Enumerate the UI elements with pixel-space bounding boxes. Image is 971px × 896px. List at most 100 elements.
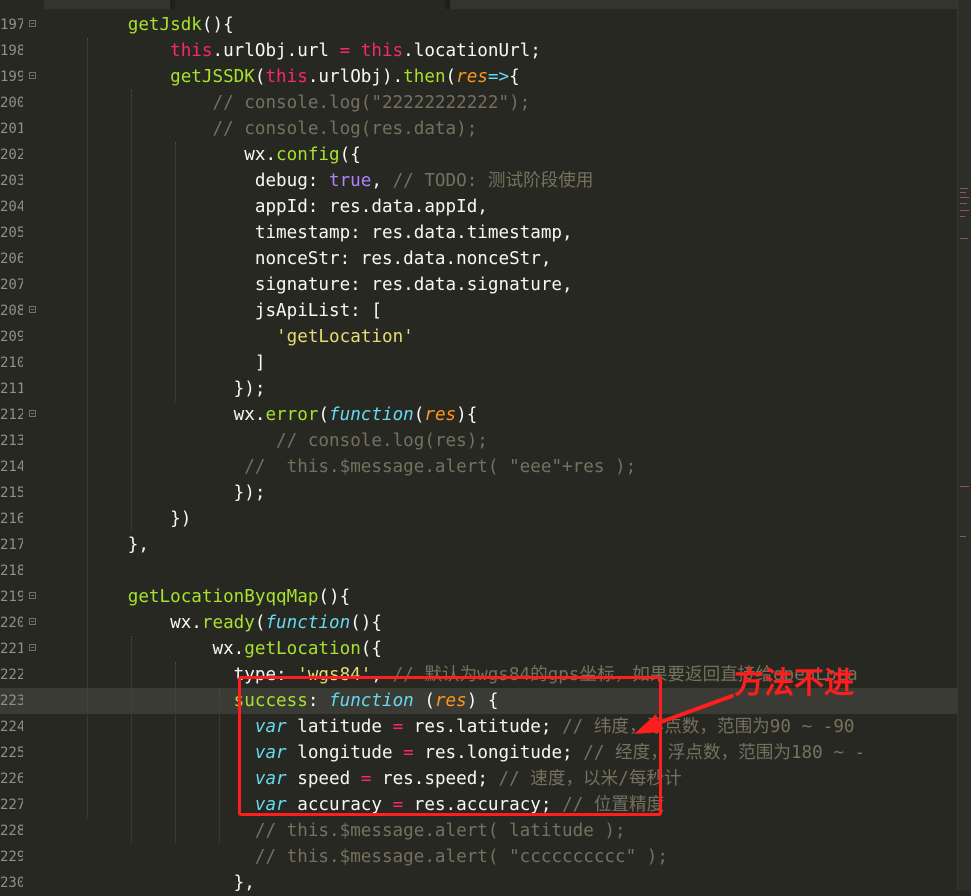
- code-token: ]: [43, 353, 266, 373]
- code-token: getLocation: [244, 639, 361, 659]
- code-token: (: [254, 613, 266, 633]
- code-line[interactable]: 212 wx.error(function(res){: [0, 402, 958, 428]
- line-number: 230: [0, 875, 23, 891]
- code-line[interactable]: 205 timestamp: res.data.timestamp,: [0, 220, 958, 246]
- code-token: // this.$message.alert( "eee"+res );: [244, 457, 637, 477]
- code-line[interactable]: 219 getLocationByqqMap(){: [0, 584, 958, 610]
- line-number: 226: [0, 771, 23, 787]
- code-line[interactable]: 201 // console.log(res.data);: [0, 116, 958, 142]
- code-line[interactable]: 221 wx.getLocation({: [0, 636, 958, 662]
- code-line[interactable]: 230 },: [0, 870, 958, 896]
- code-token: // TODO: 测试阶段使用: [392, 171, 594, 191]
- code-token: ,: [371, 171, 393, 191]
- code-token: ({: [339, 145, 361, 165]
- code-token: this: [170, 41, 213, 61]
- code-token: res: [456, 67, 488, 87]
- minimap-mark: [960, 188, 968, 189]
- code-token: function: [329, 405, 414, 425]
- annotation-label: 方法不进: [734, 666, 854, 701]
- line-number: 220: [0, 615, 23, 631]
- code-text: },: [43, 870, 255, 896]
- line-number: 224: [0, 719, 23, 735]
- code-line[interactable]: 200 // console.log("22222222222");: [0, 90, 958, 116]
- code-token: =>: [487, 67, 510, 87]
- code-line[interactable]: 199 getJSSDK(this.urlObj).then(res=>{: [0, 64, 958, 90]
- line-number: 216: [0, 511, 23, 527]
- line-number: 218: [0, 563, 23, 579]
- fold-toggle-icon[interactable]: [29, 592, 36, 599]
- line-number: 209: [0, 329, 23, 345]
- line-number: 211: [0, 381, 23, 397]
- code-token: (){: [318, 587, 351, 607]
- code-token: ({: [360, 639, 382, 659]
- code-line[interactable]: 214 // this.$message.alert( "eee"+res );: [0, 454, 958, 480]
- code-text: getJSSDK(this.urlObj).then(res=>{: [43, 64, 520, 90]
- code-line[interactable]: 215 });: [0, 480, 958, 506]
- code-line[interactable]: 203 debug: true, // TODO: 测试阶段使用: [0, 168, 958, 194]
- code-token: },: [43, 535, 149, 555]
- code-token: getJsdk: [127, 15, 202, 35]
- code-token: then: [403, 67, 446, 87]
- code-line[interactable]: 204 appId: res.data.appId,: [0, 194, 958, 220]
- indent-guide: [175, 662, 176, 844]
- line-number: 205: [0, 225, 23, 241]
- code-token: (: [254, 67, 266, 87]
- code-line[interactable]: 216 }): [0, 506, 958, 532]
- code-line[interactable]: 202 wx.config({: [0, 142, 958, 168]
- code-line[interactable]: 206 nonceStr: res.data.nonceStr,: [0, 246, 958, 272]
- code-line[interactable]: 229 // this.$message.alert( "cccccccccc"…: [0, 844, 958, 870]
- code-line[interactable]: 228 // this.$message.alert( latitude );: [0, 818, 958, 844]
- code-text: getJsdk(){: [43, 12, 234, 38]
- code-line[interactable]: 208 jsApiList: [: [0, 298, 958, 324]
- fold-toggle-icon[interactable]: [29, 306, 36, 313]
- minimap-mark: [960, 210, 969, 211]
- line-number: 213: [0, 433, 23, 449]
- fold-toggle-icon[interactable]: [29, 410, 36, 417]
- code-line[interactable]: 213 // console.log(res);: [0, 428, 958, 454]
- code-token: },: [43, 873, 255, 893]
- code-token: // console.log("22222222222");: [212, 93, 531, 113]
- code-line[interactable]: 218: [0, 558, 958, 584]
- code-token: appId: res.data.appId,: [43, 197, 488, 217]
- code-line[interactable]: 197 getJsdk(){: [0, 12, 958, 38]
- code-text: timestamp: res.data.timestamp,: [43, 220, 573, 246]
- code-text: // console.log("22222222222");: [43, 90, 530, 116]
- fold-toggle-icon[interactable]: [29, 72, 36, 79]
- fold-toggle-icon[interactable]: [29, 20, 36, 27]
- code-line[interactable]: 207 signature: res.data.signature,: [0, 272, 958, 298]
- code-line[interactable]: 211 });: [0, 376, 958, 402]
- fold-toggle-icon[interactable]: [29, 618, 36, 625]
- code-line[interactable]: 209 'getLocation': [0, 324, 958, 350]
- code-line[interactable]: 220 wx.ready(function(){: [0, 610, 958, 636]
- line-number: 201: [0, 121, 23, 137]
- code-token: res: [424, 405, 457, 425]
- code-token: });: [43, 379, 266, 399]
- code-line[interactable]: 198 this.urlObj.url = this.locationUrl;: [0, 38, 958, 64]
- code-token: wx.: [43, 405, 266, 425]
- line-number: 225: [0, 745, 23, 761]
- line-number: 212: [0, 407, 23, 423]
- line-number: 219: [0, 589, 23, 605]
- code-token: getLocationByqqMap: [127, 587, 319, 607]
- code-token: error: [265, 405, 319, 425]
- code-text: getLocationByqqMap(){: [43, 584, 350, 610]
- code-text: jsApiList: [: [43, 298, 382, 324]
- code-text: wx.error(function(res){: [43, 402, 478, 428]
- line-number: 215: [0, 485, 23, 501]
- code-line[interactable]: 217 },: [0, 532, 958, 558]
- minimap-mark: [960, 238, 968, 239]
- line-number: 217: [0, 537, 23, 553]
- code-line[interactable]: 210 ]: [0, 350, 958, 376]
- fold-toggle-icon[interactable]: [29, 644, 36, 651]
- line-number: 221: [0, 641, 23, 657]
- code-token: wx.: [43, 639, 245, 659]
- minimap[interactable]: [957, 0, 971, 890]
- line-number: 203: [0, 173, 23, 189]
